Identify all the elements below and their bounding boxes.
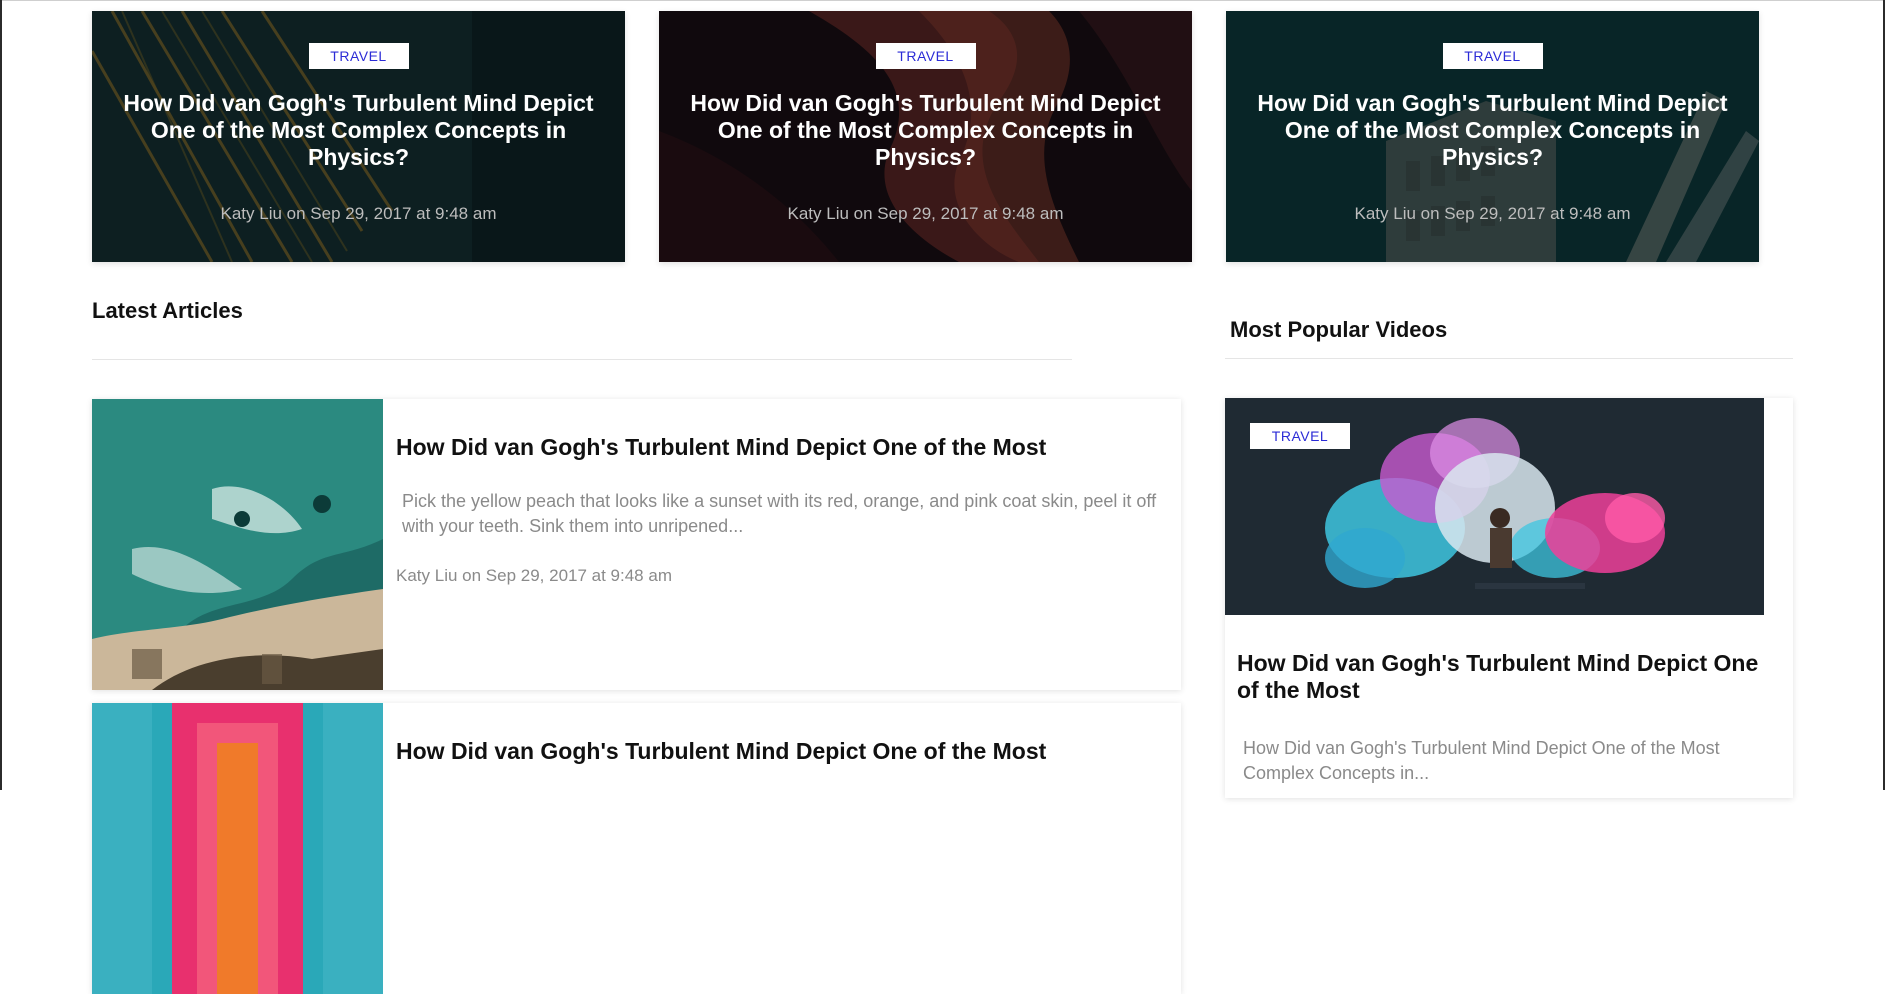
popular-videos-divider	[1225, 358, 1793, 359]
featured-title[interactable]: How Did van Gogh's Turbulent Mind Depict…	[1246, 90, 1739, 171]
article-card[interactable]: How Did van Gogh's Turbulent Mind Depict…	[92, 703, 1181, 994]
featured-card-1[interactable]: TRAVEL How Did van Gogh's Turbulent Mind…	[92, 11, 625, 262]
window-edge-left	[0, 0, 2, 790]
category-badge[interactable]: TRAVEL	[1442, 43, 1543, 69]
video-excerpt: How Did van Gogh's Turbulent Mind Depict…	[1243, 738, 1720, 783]
featured-title[interactable]: How Did van Gogh's Turbulent Mind Depict…	[679, 90, 1172, 171]
article-card[interactable]: How Did van Gogh's Turbulent Mind Depict…	[92, 399, 1181, 690]
video-title[interactable]: How Did van Gogh's Turbulent Mind Depict…	[1237, 650, 1777, 704]
article-excerpt: Pick the yellow peach that looks like a …	[402, 491, 1157, 536]
featured-meta: Katy Liu on Sep 29, 2017 at 9:48 am	[220, 204, 497, 223]
video-card[interactable]: TRAVEL How Did van Gogh's Turbulent Mind…	[1225, 398, 1793, 798]
featured-meta: Katy Liu on Sep 29, 2017 at 9:48 am	[1354, 204, 1631, 223]
featured-card-2[interactable]: TRAVEL How Did van Gogh's Turbulent Mind…	[659, 11, 1192, 262]
article-meta: Katy Liu on Sep 29, 2017 at 9:48 am	[396, 566, 672, 585]
featured-title[interactable]: How Did van Gogh's Turbulent Mind Depict…	[112, 90, 605, 171]
featured-meta: Katy Liu on Sep 29, 2017 at 9:48 am	[787, 204, 1064, 223]
popular-videos-heading: Most Popular Videos	[1230, 317, 1448, 342]
featured-card-3[interactable]: TRAVEL How Did van Gogh's Turbulent Mind…	[1226, 11, 1759, 262]
category-badge[interactable]: TRAVEL	[1250, 423, 1350, 449]
article-thumbnail-beach[interactable]	[92, 399, 383, 690]
category-badge[interactable]: TRAVEL	[308, 43, 409, 69]
latest-articles-divider	[92, 359, 1072, 360]
article-title[interactable]: How Did van Gogh's Turbulent Mind Depict…	[396, 738, 1046, 765]
top-border	[0, 0, 1885, 1]
article-thumbnail-neon[interactable]	[92, 703, 383, 994]
article-title[interactable]: How Did van Gogh's Turbulent Mind Depict…	[396, 434, 1046, 461]
category-badge[interactable]: TRAVEL	[875, 43, 976, 69]
latest-articles-heading: Latest Articles	[92, 298, 243, 323]
